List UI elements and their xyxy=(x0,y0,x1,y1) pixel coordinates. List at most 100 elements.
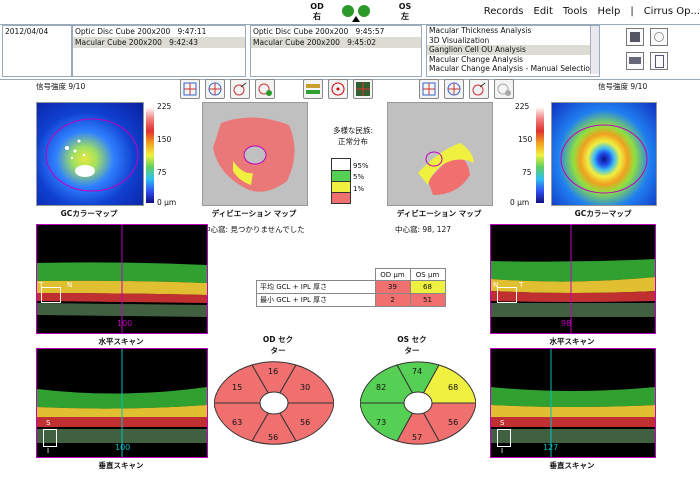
orient-s-os: S xyxy=(500,419,505,427)
os-h-slice-number: 98 xyxy=(561,319,572,328)
overlay-tool-icon[interactable] xyxy=(353,79,373,99)
analysis-item[interactable]: Macular Thickness Analysis xyxy=(427,26,599,36)
grid-tool-os-icon[interactable] xyxy=(419,79,439,99)
os-scan-list[interactable]: Optic Disc Cube 200x200 9:45:57 Macular … xyxy=(250,25,422,77)
od-scale-150: 150 xyxy=(157,135,172,144)
od-sector-bottom-right-value: 56 xyxy=(300,418,311,427)
od-sector-top-right-value: 30 xyxy=(300,383,311,392)
os-gc-map-label: GCカラーマップ xyxy=(574,209,632,218)
od-deviation-map[interactable] xyxy=(202,102,308,206)
os-v-slice-number: 127 xyxy=(543,443,559,452)
export-icon[interactable] xyxy=(650,52,668,70)
menu-cirrus[interactable]: Cirrus Op... xyxy=(644,6,700,20)
os-horizontal-scan-label: 水平スキャン xyxy=(549,337,595,346)
legend-title: 多様な民族: 正常分布 xyxy=(332,126,374,146)
os-vertical-scan[interactable]: 127 S I xyxy=(490,348,656,458)
analysis-item-selected[interactable]: Ganglion Cell OU Analysis xyxy=(427,45,599,55)
sector-tool-os-icon[interactable] xyxy=(444,79,464,99)
orient-t: T xyxy=(39,281,44,289)
os-deviation-map-label: ディビエーション マップ xyxy=(396,209,482,218)
od-sector-top-value: 16 xyxy=(268,367,279,376)
od-gc-color-map[interactable] xyxy=(36,102,144,206)
orient-i-os: I xyxy=(501,447,504,455)
menu-tools[interactable]: Tools xyxy=(563,6,588,20)
od-scale-min: 0 µm xyxy=(157,198,177,207)
menu-edit[interactable]: Edit xyxy=(534,6,553,20)
os-scan-row[interactable]: Optic Disc Cube 200x200 9:45:57 xyxy=(251,26,421,37)
add-measure-os-icon[interactable] xyxy=(494,79,514,99)
eye-pointer-icon xyxy=(352,16,360,22)
orientation-si-icon xyxy=(43,429,57,447)
legend-swatches xyxy=(331,158,351,204)
os-sector-title: OS セク ター xyxy=(397,335,427,355)
menu-bar: Records Edit Tools Help | Cirrus Op... xyxy=(484,6,700,20)
exam-date[interactable]: 2012/04/04 xyxy=(3,26,71,37)
od-fovea-text: 中心窩: 見つかりませんでした xyxy=(203,225,305,234)
od-sector-title: OD セク ター xyxy=(262,335,294,355)
table-header-od: OD µm xyxy=(374,268,411,281)
measure-tool-os-icon[interactable] xyxy=(469,79,489,99)
menu-records[interactable]: Records xyxy=(484,6,524,20)
od-scan-list[interactable]: Optic Disc Cube 200x200 9:47:11 Macular … xyxy=(72,25,246,77)
od-horizontal-scan-label: 水平スキャン xyxy=(98,337,144,346)
analysis-item[interactable]: Macular Change Analysis xyxy=(427,55,599,65)
legend-5: 5% xyxy=(353,173,365,181)
os-sector-top-left-value: 82 xyxy=(376,383,387,392)
analysis-list[interactable]: Macular Thickness Analysis 3D Visualizat… xyxy=(426,25,600,77)
refresh-icon[interactable] xyxy=(650,28,668,46)
measure-tool-icon[interactable] xyxy=(230,79,250,99)
od-vertical-scan[interactable]: 100 S I xyxy=(36,348,208,458)
od-gc-map-label: GCカラーマップ xyxy=(60,209,118,218)
os-scan-row-selected[interactable]: Macular Cube 200x200 9:45:02 xyxy=(251,37,421,48)
layers-tool-icon[interactable] xyxy=(303,79,323,99)
table-row: 平均 GCL + IPL 厚さ 39 68 xyxy=(256,280,446,294)
legend-1: 1% xyxy=(353,185,365,193)
add-measure-icon[interactable] xyxy=(255,79,275,99)
exam-date-list[interactable]: 2012/04/04 xyxy=(2,25,72,77)
od-color-scale-bar xyxy=(146,107,154,203)
od-sector-bottom-left-value: 63 xyxy=(232,418,243,427)
od-sector-bottom-value: 56 xyxy=(268,433,279,442)
od-h-slice-number: 100 xyxy=(117,319,133,328)
od-horizontal-scan[interactable]: 100 T N xyxy=(36,224,208,334)
os-vertical-scan-label: 垂直スキャン xyxy=(549,461,595,470)
analysis-item[interactable]: Macular Change Analysis - Manual Selecti… xyxy=(427,64,599,74)
orient-t-os: T xyxy=(519,281,524,289)
os-gc-color-map[interactable] xyxy=(551,102,657,206)
circle-tool-icon[interactable] xyxy=(328,79,348,99)
od-scale-max: 225 xyxy=(157,102,172,111)
signal-strength-od: 信号強度 9/10 xyxy=(36,82,86,91)
orientation-tn-icon xyxy=(41,287,61,303)
legend-95: 95% xyxy=(353,162,369,170)
menu-help[interactable]: Help xyxy=(598,6,621,20)
os-fovea-text: 中心窩: 98, 127 xyxy=(395,225,452,234)
analysis-item[interactable]: 3D Visualization xyxy=(427,36,599,46)
os-sector-top-right-value: 68 xyxy=(448,383,459,392)
os-horizontal-scan[interactable]: 98 N T xyxy=(490,224,656,334)
od-v-slice-number: 100 xyxy=(115,443,131,452)
table-header-os: OS µm xyxy=(409,268,446,281)
os-label: OS 左 xyxy=(398,2,412,21)
od-scan-row-selected[interactable]: Macular Cube 200x200 9:42:43 xyxy=(73,37,245,48)
od-vertical-scan-label: 垂直スキャン xyxy=(98,461,144,470)
grid-tool-icon[interactable] xyxy=(180,79,200,99)
os-scale-min: 0 µm xyxy=(510,198,530,207)
table-row: 最小 GCL + IPL 厚さ 2 51 xyxy=(256,293,446,307)
print-icon[interactable] xyxy=(626,52,644,70)
orientation-si-os-icon xyxy=(497,429,511,447)
thickness-table: OD µm OS µm 平均 GCL + IPL 厚さ 39 68 最小 GCL… xyxy=(256,268,446,307)
os-sector-bottom-value: 57 xyxy=(412,433,423,442)
od-scale-75: 75 xyxy=(157,168,167,177)
od-deviation-map-label: ディビエーション マップ xyxy=(211,209,297,218)
os-scale-150: 150 xyxy=(518,135,533,144)
os-deviation-map[interactable] xyxy=(387,102,493,206)
signal-strength-os: 信号強度 9/10 xyxy=(598,82,648,91)
analysis-scrollbar[interactable] xyxy=(590,26,599,74)
sector-tool-icon[interactable] xyxy=(205,79,225,99)
save-icon[interactable] xyxy=(626,28,644,46)
os-sector-bottom-right-value: 56 xyxy=(448,418,459,427)
od-label: OD 右 xyxy=(310,2,324,21)
orientation-nt-icon xyxy=(497,287,517,303)
od-scan-row[interactable]: Optic Disc Cube 200x200 9:47:11 xyxy=(73,26,245,37)
orient-s: S xyxy=(46,419,51,427)
